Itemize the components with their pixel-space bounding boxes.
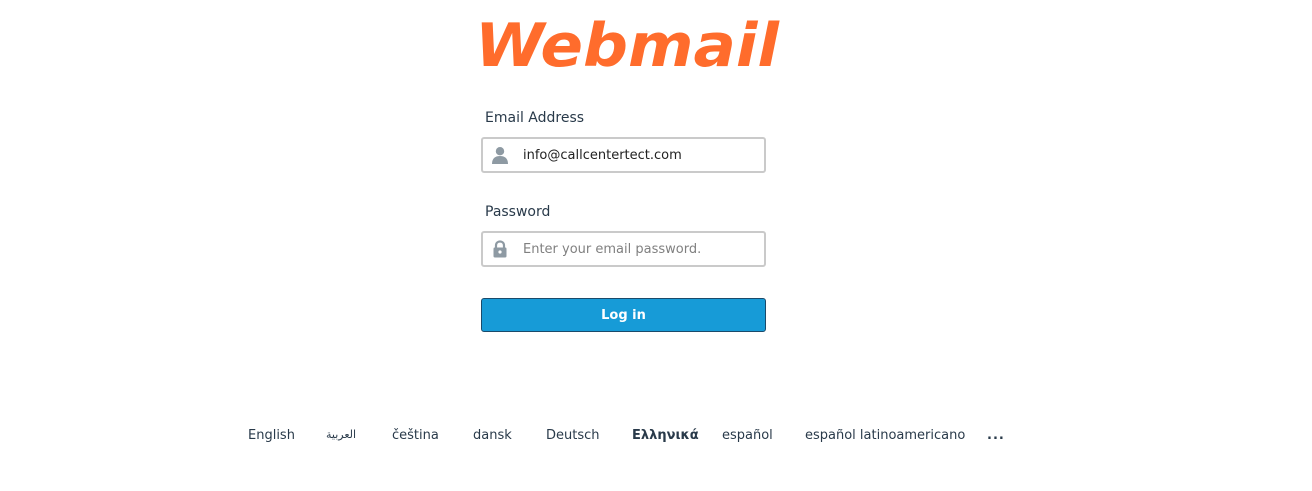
- more-languages-button[interactable]: ...: [987, 428, 1005, 443]
- webmail-logo: Webmail: [473, 6, 783, 78]
- language-link-greek[interactable]: Ελληνικά: [632, 428, 699, 443]
- webmail-logo-graphic: Webmail: [475, 11, 780, 78]
- language-link-arabic[interactable]: العربية: [326, 428, 356, 441]
- webmail-logo-text: Webmail: [475, 11, 780, 78]
- password-label: Password: [485, 204, 551, 220]
- language-link-spanish[interactable]: español: [722, 428, 773, 443]
- password-field-wrapper: [481, 231, 766, 267]
- language-link-german[interactable]: Deutsch: [546, 428, 600, 443]
- language-link-english[interactable]: English: [248, 428, 295, 443]
- lock-icon: [491, 240, 509, 258]
- email-field-wrapper: [481, 137, 766, 173]
- language-link-danish[interactable]: dansk: [473, 428, 512, 443]
- language-bar: English العربية čeština dansk Deutsch Ελ…: [0, 428, 1312, 448]
- login-button[interactable]: Log in: [481, 298, 766, 332]
- email-input[interactable]: [523, 139, 759, 171]
- language-link-spanish-latam[interactable]: español latinoamericano: [805, 428, 965, 443]
- login-form: Email Address Password Lo: [481, 108, 766, 332]
- user-icon: [491, 146, 509, 164]
- language-link-czech[interactable]: čeština: [392, 428, 439, 443]
- email-label: Email Address: [485, 110, 585, 126]
- login-page: Webmail Email Address Password: [0, 0, 1312, 491]
- password-input[interactable]: [523, 233, 759, 265]
